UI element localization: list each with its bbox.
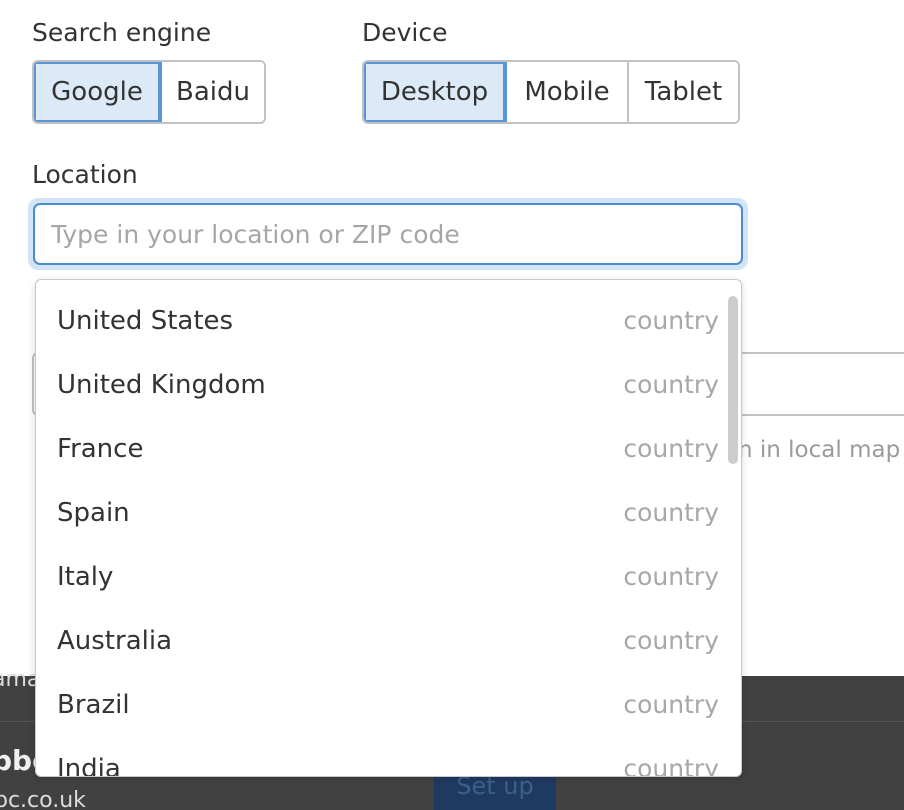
background-hint-text: n in local map p [738, 437, 904, 463]
location-suggestions-dropdown[interactable]: United States country United Kingdom cou… [35, 279, 742, 777]
site-url: bc.co.uk [0, 788, 86, 810]
suggestion-name: Spain [57, 498, 130, 528]
baidu-option[interactable]: Baidu [160, 62, 264, 122]
suggestion-united-kingdom[interactable]: United Kingdom country [36, 353, 741, 417]
location-label: Location [32, 160, 138, 189]
suggestion-type: country [623, 434, 719, 463]
suggestion-type: country [623, 370, 719, 399]
location-input-focus-ring [28, 198, 748, 270]
dropdown-scrollbar[interactable] [728, 296, 738, 464]
location-input[interactable] [33, 203, 743, 265]
tablet-option[interactable]: Tablet [627, 62, 738, 122]
search-engine-toggle: Google Baidu [32, 60, 266, 124]
suggestion-type: country [623, 306, 719, 335]
suggestion-name: Italy [57, 562, 114, 592]
suggestion-type: country [623, 498, 719, 527]
location-settings-panel: Search engine Google Baidu Device Deskto… [0, 0, 904, 810]
mobile-option[interactable]: Mobile [505, 62, 627, 122]
device-label: Device [362, 18, 448, 47]
suggestion-name: France [57, 434, 144, 464]
suggestion-type: country [623, 562, 719, 591]
suggestion-type: country [623, 690, 719, 719]
suggestion-france[interactable]: France country [36, 417, 741, 481]
suggestion-india[interactable]: India country [36, 737, 741, 777]
suggestion-name: Brazil [57, 690, 130, 720]
suggestion-australia[interactable]: Australia country [36, 609, 741, 673]
suggestion-type: country [623, 626, 719, 655]
google-option[interactable]: Google [34, 62, 160, 122]
suggestion-brazil[interactable]: Brazil country [36, 673, 741, 737]
search-engine-label: Search engine [32, 18, 212, 47]
device-toggle: Desktop Mobile Tablet [362, 60, 740, 124]
suggestion-italy[interactable]: Italy country [36, 545, 741, 609]
suggestion-united-states[interactable]: United States country [36, 289, 741, 353]
suggestion-name: India [57, 754, 121, 777]
suggestion-name: United States [57, 306, 234, 336]
suggestion-name: Australia [57, 626, 173, 656]
suggestion-spain[interactable]: Spain country [36, 481, 741, 545]
suggestion-type: country [623, 754, 719, 777]
suggestions-list: United States country United Kingdom cou… [36, 289, 741, 777]
suggestion-name: United Kingdom [57, 370, 266, 400]
desktop-option[interactable]: Desktop [364, 62, 505, 122]
